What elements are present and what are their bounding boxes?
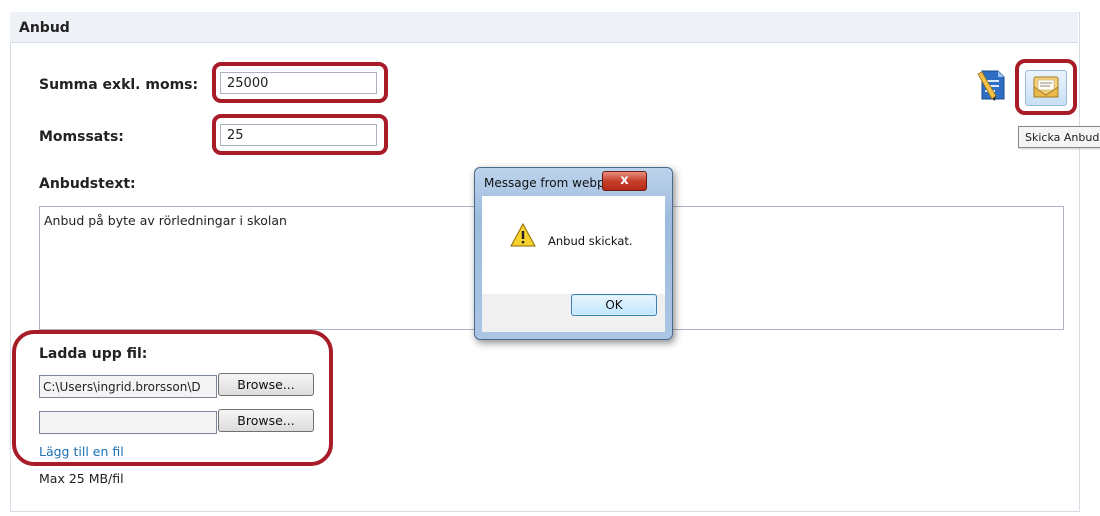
send-bid-button[interactable] [1025, 70, 1067, 106]
message-dialog: Message from webpage x Anbud skickat. OK [474, 167, 673, 340]
send-tooltip: Skicka Anbud [1018, 126, 1100, 148]
add-file-link[interactable]: Lägg till en fil [39, 444, 124, 459]
ok-button[interactable]: OK [571, 294, 657, 316]
bid-text-label: Anbudstext: [39, 176, 136, 192]
close-icon: x [620, 173, 629, 188]
panel-title: Anbud [19, 20, 70, 36]
edit-document-icon[interactable] [976, 68, 1010, 102]
file-path-input-1[interactable]: C:\Users\ingrid.brorsson\D [39, 375, 217, 398]
sum-input[interactable] [220, 72, 377, 94]
vat-input[interactable] [220, 124, 377, 146]
bid-panel-header [10, 12, 1078, 43]
file-path-input-2[interactable] [39, 411, 217, 434]
browse-button-1[interactable]: Browse... [218, 373, 314, 396]
upload-label: Ladda upp fil: [39, 346, 148, 362]
dialog-close-button[interactable]: x [602, 171, 647, 191]
warning-icon [510, 223, 536, 247]
sum-label: Summa exkl. moms: [39, 77, 199, 93]
dialog-body: Anbud skickat. [482, 196, 665, 294]
send-envelope-icon [1033, 76, 1059, 98]
vat-label: Momssats: [39, 129, 124, 145]
browse-button-2[interactable]: Browse... [218, 409, 314, 432]
max-size-text: Max 25 MB/fil [39, 471, 124, 486]
dialog-message: Anbud skickat. [548, 234, 633, 248]
bid-text-content: Anbud på byte av rörledningar i skolan [44, 213, 287, 228]
